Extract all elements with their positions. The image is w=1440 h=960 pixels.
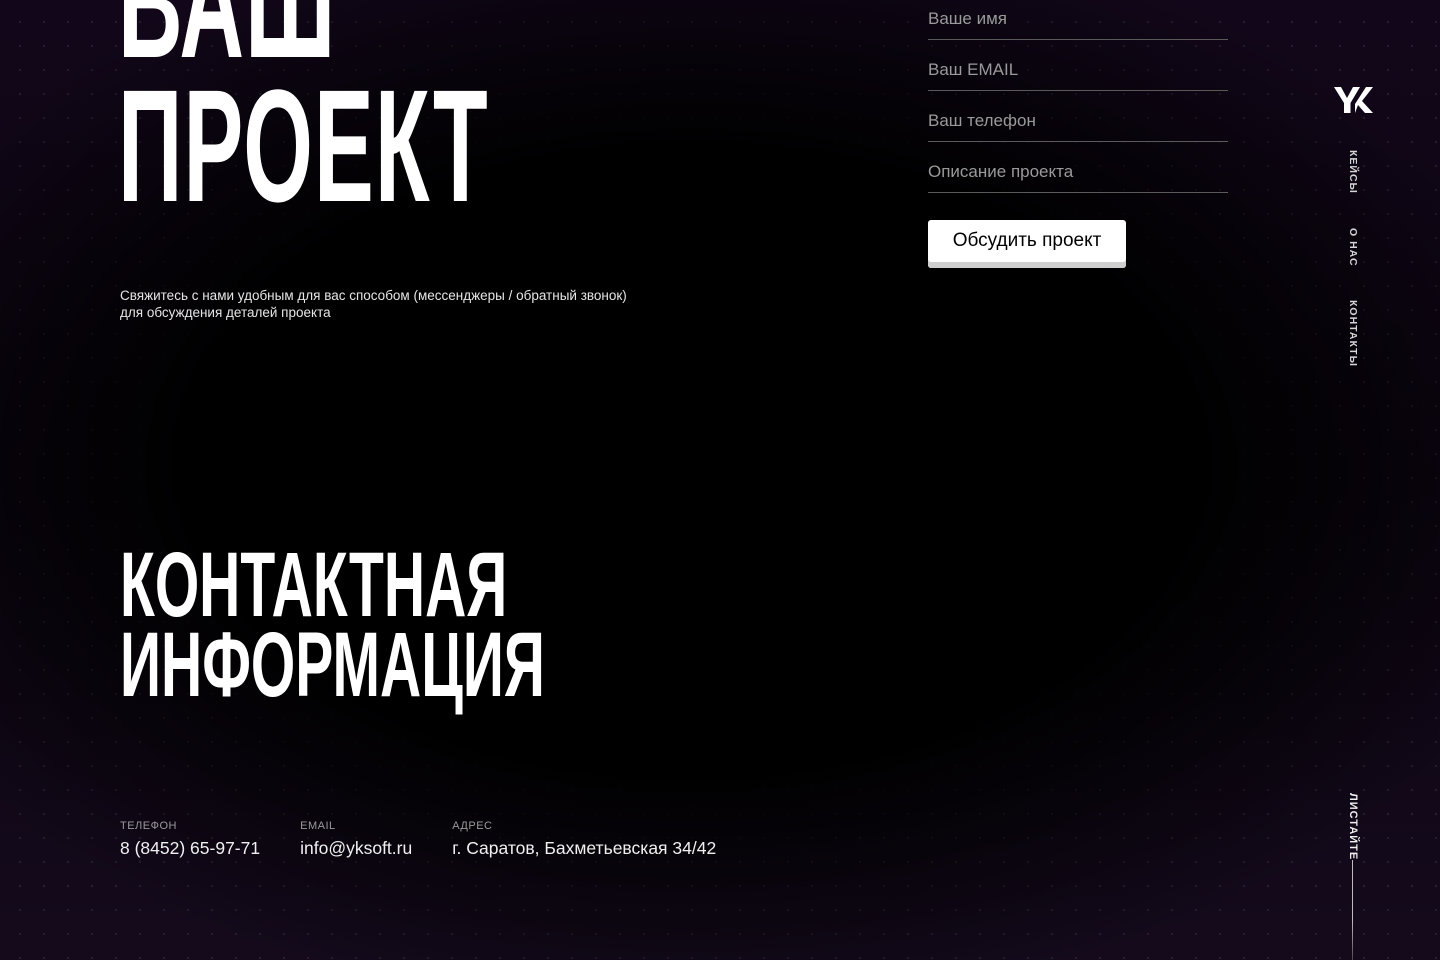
phone-label: ТЕЛЕФОН [120,820,177,832]
nav-item-cases[interactable]: КЕЙСЫ [1347,150,1359,194]
name-input[interactable] [928,9,1228,29]
email-field-wrapper [928,40,1228,91]
email-input[interactable] [928,60,1228,80]
name-field-wrapper [928,0,1228,40]
nav-item-contacts[interactable]: КОНТАКТЫ [1347,300,1359,367]
side-nav: КЕЙСЫ О НАС КОНТАКТЫ [1343,150,1363,401]
contact-form: Обсудить проект [928,0,1228,268]
phone-input[interactable] [928,111,1228,131]
contact-info-title-line-1: КОНТАКТНАЯ [120,534,508,636]
yk-logo[interactable] [1333,86,1373,114]
phone-link[interactable]: 8 (8452) 65-97-71 [120,838,260,858]
phone-field-wrapper [928,91,1228,142]
hero-title-line-2: ПРОЕКТ [118,56,489,235]
description-input[interactable] [928,162,1228,182]
phone-block: ТЕЛЕФОН 8 (8452) 65-97-71 [120,820,260,859]
email-block: EMAIL info@yksoft.ru [300,820,412,859]
address-label: АДРЕС [452,820,493,832]
scroll-label: ЛИСТАЙТЕ [1347,793,1359,861]
email-link[interactable]: info@yksoft.ru [300,838,412,858]
yk-logo-icon [1334,87,1373,113]
hero-title: ВАШ ПРОЕКТ [118,0,489,235]
nav-item-about[interactable]: О НАС [1347,228,1359,267]
address-block: АДРЕС г. Саратов, Бахметьевская 34/42 [452,820,716,859]
contact-info-title: КОНТАКТНАЯ ИНФОРМАЦИЯ [120,534,545,716]
contact-details: ТЕЛЕФОН 8 (8452) 65-97-71 EMAIL info@yks… [120,820,716,859]
scroll-indicator-line [1352,860,1353,960]
description-field-wrapper [928,142,1228,193]
contact-info-title-line-2: ИНФОРМАЦИЯ [120,614,545,716]
discuss-project-button[interactable]: Обсудить проект [928,220,1126,268]
hero-subtitle: Свяжитесь с нами удобным для вас способо… [120,288,627,320]
address-value: г. Саратов, Бахметьевская 34/42 [452,838,717,858]
scroll-hint: ЛИСТАЙТЕ [1343,793,1363,860]
email-label: EMAIL [300,820,336,832]
